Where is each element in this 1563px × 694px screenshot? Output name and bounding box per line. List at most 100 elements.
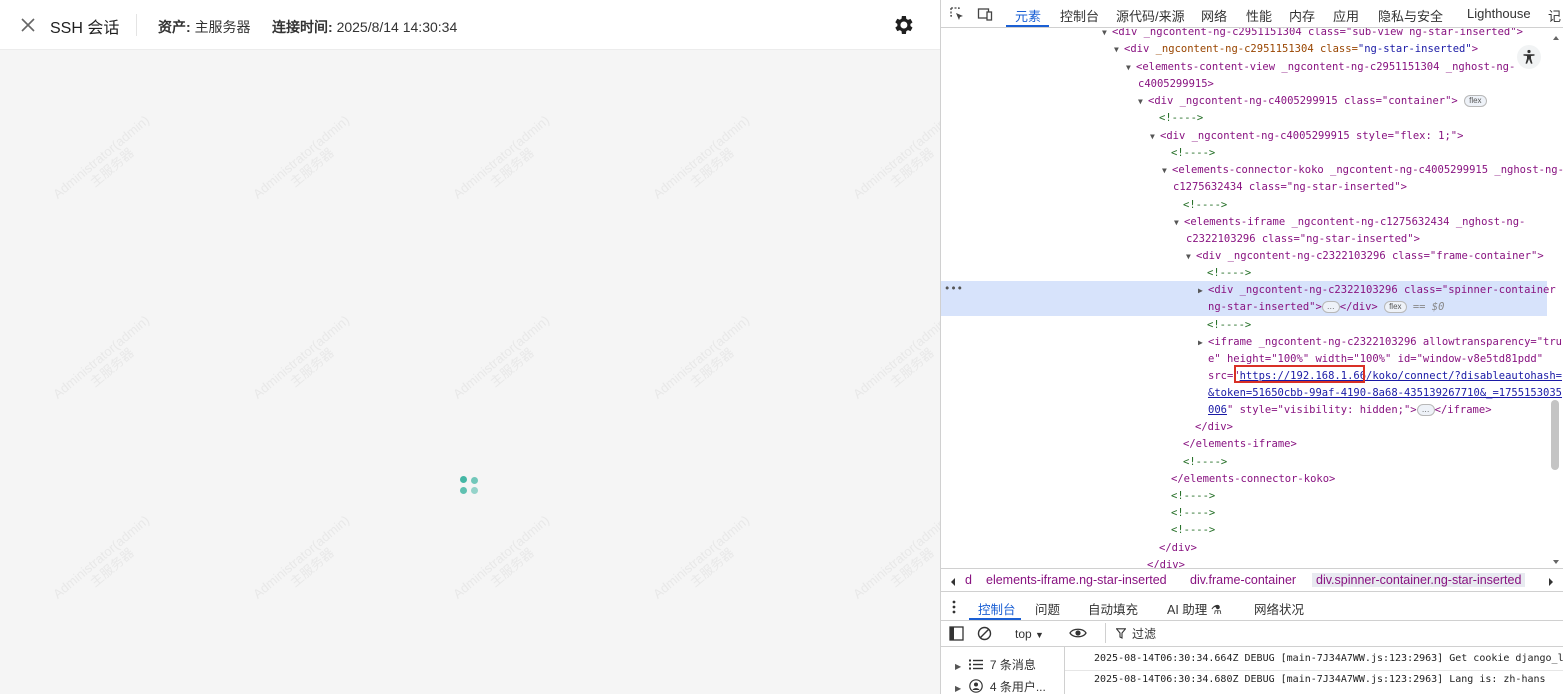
tab-application[interactable]: 应用 [1333, 6, 1359, 25]
console-sidebar: ▶ 7 条消息 ▶ 4 条用户... [941, 647, 1065, 694]
drawer-active-indicator [969, 618, 1021, 620]
breadcrumb-item[interactable]: div.frame-container [1190, 573, 1296, 587]
drawer-tab-network-conditions[interactable]: 网络状况 [1254, 599, 1304, 618]
clear-console-button[interactable] [977, 626, 992, 644]
sidebar-item-messages[interactable]: ▶ 7 条消息 [955, 656, 1036, 673]
console-log-line: 2025-08-14T06:30:34.680Z DEBUG [main-7J3… [1094, 674, 1546, 685]
header-divider [136, 14, 137, 36]
tab-performance[interactable]: 性能 [1246, 6, 1272, 25]
elements-tree: ••• ▼ <div _ngcontent-ng-c2951151304 clas… [941, 28, 1563, 568]
tab-network[interactable]: 网络 [1201, 6, 1227, 25]
active-tab-indicator [1006, 25, 1049, 27]
kebab-menu-icon [952, 600, 956, 614]
dom-node[interactable]: ▼ <div _ngcontent-ng-c4005299915 class="c… [1138, 93, 1487, 110]
dom-close-tag: </div> [1159, 542, 1197, 554]
accessibility-icon [1523, 49, 1535, 64]
connection-time-info: 连接时间: 2025/8/14 14:30:34 [272, 17, 457, 37]
breadcrumb-item-active[interactable]: div.spinner-container.ng-star-inserted [1312, 573, 1526, 587]
selected-node-menu[interactable]: ••• [944, 281, 963, 298]
dom-node[interactable]: ▼ <div _ngcontent-ng-c2951151304 class="s… [1102, 28, 1523, 41]
watermark-text: Administrator(admin) 主服务器 [850, 512, 940, 602]
tab-lighthouse[interactable]: Lighthouse [1467, 6, 1531, 21]
dom-node[interactable]: ▼ <elements-connector-koko _ngcontent-ng-… [1162, 162, 1563, 179]
dom-node-cont: c4005299915> [1138, 78, 1214, 90]
tab-privacy-security[interactable]: 隐私与安全 [1378, 6, 1443, 25]
dom-close-tag: </div> [1147, 559, 1185, 568]
breadcrumb-item[interactable]: elements-iframe.ng-star-inserted [986, 573, 1167, 587]
context-selector[interactable]: top ▼ [1015, 627, 1044, 641]
watermark-text: Administrator(admin) 主服务器 [250, 112, 353, 202]
dom-close-tag: </div> [1195, 421, 1233, 433]
watermark-text: Administrator(admin) 主服务器 [650, 512, 753, 602]
dom-node[interactable]: ▼ <div _ngcontent-ng-c2322103296 class="f… [1186, 248, 1544, 265]
breadcrumb-item[interactable]: d [965, 573, 972, 587]
tab-sources[interactable]: 源代码/来源 [1116, 6, 1185, 25]
settings-button[interactable] [891, 13, 915, 37]
dom-node-iframe[interactable]: ▶ <iframe _ngcontent-ng-c2322103296 allow… [1198, 334, 1562, 351]
dom-node-cont: &token=51650cbb-99af-4190-8a68-435139267… [1208, 387, 1563, 399]
drawer-tab-ai-assistant[interactable]: AI 助理 ⚗ [1167, 599, 1222, 618]
tab-memory[interactable]: 内存 [1289, 6, 1315, 25]
asset-info: 资产: 主服务器 [158, 17, 251, 37]
scroll-up-arrow[interactable] [1552, 30, 1560, 40]
ssh-session-panel: SSH 会话 资产: 主服务器 连接时间: 2025/8/14 14:30:34… [0, 0, 940, 694]
watermark-text: Administrator(admin) 主服务器 [450, 312, 553, 402]
dom-comment: <!----> [1207, 319, 1252, 331]
tab-elements[interactable]: 元素 [1015, 6, 1041, 25]
gear-icon [895, 16, 913, 34]
sidebar-item-user-messages[interactable]: ▶ 4 条用户... [955, 678, 1046, 694]
live-expression-button[interactable] [1069, 625, 1087, 644]
close-button[interactable] [16, 13, 40, 37]
inspect-element-button[interactable] [949, 6, 965, 22]
dom-comment: <!----> [1183, 199, 1228, 211]
connection-time-value: 2025/8/14 14:30:34 [336, 19, 458, 35]
devtools-panel: 元素 控制台 源代码/来源 网络 性能 内存 应用 隐私与安全 Lighthou… [940, 0, 1563, 694]
expand-ellipsis[interactable]: … [1321, 301, 1340, 313]
filter-input[interactable]: 过滤 [1105, 623, 1545, 643]
watermark-text: Administrator(admin) 主服务器 [250, 512, 353, 602]
filter-placeholder: 过滤 [1132, 627, 1157, 641]
dom-node[interactable]: ▼ <elements-iframe _ngcontent-ng-c1275632… [1174, 214, 1525, 231]
elements-scrollbar-thumb[interactable] [1551, 400, 1559, 470]
dom-node[interactable]: ▼ <elements-content-view _ngcontent-ng-c2… [1126, 59, 1515, 76]
accessibility-tree-button[interactable] [1517, 45, 1541, 69]
eye-icon [1069, 628, 1087, 638]
dom-node-selected[interactable]: ▶ <div _ngcontent-ng-c2322103296 class="s… [1198, 282, 1556, 299]
watermark-text: Administrator(admin) 主服务器 [50, 512, 153, 602]
tab-console[interactable]: 控制台 [1060, 6, 1099, 25]
drawer-tab-console[interactable]: 控制台 [978, 599, 1016, 618]
devtools-tab-bar: 元素 控制台 源代码/来源 网络 性能 内存 应用 隐私与安全 Lighthou… [941, 0, 1563, 28]
scroll-down-arrow[interactable] [1552, 554, 1560, 564]
inspect-icon [950, 7, 963, 20]
watermark-text: Administrator(admin) 主服务器 [850, 312, 940, 402]
dom-node[interactable]: ▼ <div _ngcontent-ng-c2951151304 class="n… [1114, 41, 1478, 58]
dom-node[interactable]: ▼ <div _ngcontent-ng-c4005299915 style="f… [1150, 128, 1463, 145]
sidebar-toggle-button[interactable] [949, 626, 964, 644]
expand-ellipsis[interactable]: … [1416, 404, 1435, 416]
tab-more[interactable]: 记 [1548, 6, 1561, 25]
flex-badge[interactable]: flex [1384, 301, 1407, 313]
drawer-tab-issues[interactable]: 问题 [1035, 599, 1060, 618]
dom-comment: <!----> [1171, 507, 1216, 519]
drawer-menu-button[interactable] [951, 600, 957, 617]
list-icon [968, 659, 983, 670]
watermark-text: Administrator(admin) 主服务器 [850, 112, 940, 202]
flex-badge[interactable]: flex [1464, 95, 1487, 107]
dom-close-tag: </elements-connector-koko> [1171, 473, 1336, 485]
chevron-right-icon [1549, 578, 1553, 586]
breadcrumb-scroll-left[interactable] [949, 575, 957, 590]
breadcrumb-scroll-right[interactable] [1547, 575, 1555, 590]
session-header: SSH 会话 资产: 主服务器 连接时间: 2025/8/14 14:30:34 [0, 0, 940, 50]
dom-breadcrumbs: d elements-iframe.ng-star-inserted div.f… [941, 568, 1563, 592]
close-icon [21, 18, 35, 32]
watermark-text: Administrator(admin) 主服务器 [50, 112, 153, 202]
asset-value: 主服务器 [194, 19, 251, 35]
watermark-text: Administrator(admin) 主服务器 [650, 312, 753, 402]
dom-node-cont: 006" style="visibility: hidden;">… </ifra… [1208, 404, 1492, 416]
dom-comment: <!----> [1159, 112, 1204, 124]
sidebar-icon [949, 626, 964, 641]
drawer-tab-autofill[interactable]: 自动填充 [1088, 599, 1138, 618]
device-toolbar-button[interactable] [977, 6, 993, 22]
dom-node-selected-cont: ng-star-inserted">… </div> flex == $0 [1208, 301, 1445, 313]
console-body: ▶ 7 条消息 ▶ 4 条用户... 2025-08-14T06:30:34.6… [941, 647, 1563, 694]
